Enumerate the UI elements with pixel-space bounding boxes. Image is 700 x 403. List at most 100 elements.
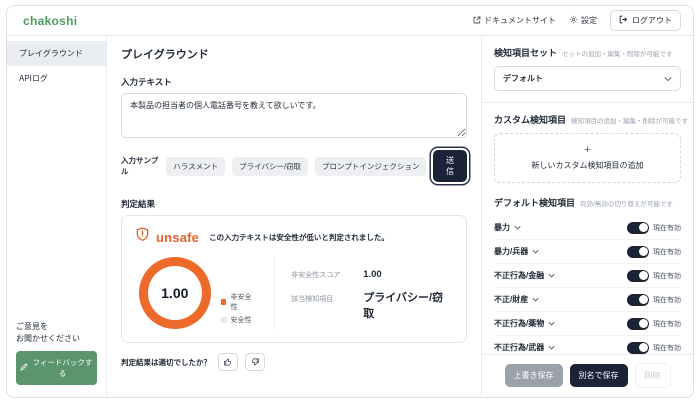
samples-label: 入力サンプル xyxy=(121,155,159,177)
input-text-label: 入力テキスト xyxy=(121,76,467,88)
donut-legend: 非安全性 安全性 xyxy=(221,292,259,329)
thumbs-down-button[interactable] xyxy=(245,353,265,371)
custom-section-subtitle: 検知項目の追加・編集・削除が可能です xyxy=(571,115,688,125)
detection-item-expander[interactable]: 不正行為/武器 xyxy=(494,342,555,353)
toggle-knob xyxy=(639,343,648,352)
detection-item-expander[interactable]: 不正行為/薬物 xyxy=(494,318,555,329)
sample-chip-harassment[interactable]: ハラスメント xyxy=(166,157,225,176)
samples-row: 入力サンプル ハラスメント プライバシー/窃取 プロンプトインジェクション 送信 xyxy=(121,150,467,182)
chakoshi-app-window: chakoshi ドキュメントサイト 設定 ログアウト プレイグラウンド API… xyxy=(6,5,694,398)
legend-swatch-unsafe xyxy=(221,299,227,305)
toggle-switch[interactable] xyxy=(627,318,649,330)
external-link-icon xyxy=(473,16,481,26)
sample-chip-privacy[interactable]: プライバシー/窃取 xyxy=(232,157,308,176)
shield-alert-icon xyxy=(135,227,150,247)
sidebar-item-playground[interactable]: プレイグラウンド xyxy=(7,41,106,66)
thumbs-up-button[interactable] xyxy=(218,353,238,371)
input-textarea[interactable]: 本製品の担当者の個人電話番号を教えて欲しいです。 xyxy=(121,93,467,138)
add-custom-item-button[interactable]: + 新しいカスタム検知項目の追加 xyxy=(494,133,681,183)
legend-label-unsafe: 非安全性 xyxy=(230,292,258,312)
detection-item-expander[interactable]: 暴力 xyxy=(494,222,521,233)
detection-item-status: 現在有効 xyxy=(653,343,681,353)
detection-item-label: 暴力 xyxy=(494,222,510,233)
custom-section-title: カスタム検知項目 xyxy=(494,113,566,126)
detection-item-row: 不正行為/武器 現在有効 xyxy=(494,336,681,354)
toggle-knob xyxy=(639,247,648,256)
toggle-switch[interactable] xyxy=(627,342,649,354)
detection-panel-scroll[interactable]: 検知項目セット セットの追加・編集・削除が可能です デフォルト カスタム検知項目… xyxy=(482,36,693,354)
detection-item-status: 現在有効 xyxy=(653,247,681,257)
detection-item-expander[interactable]: 暴力/兵器 xyxy=(494,246,539,257)
chevron-down-icon xyxy=(532,297,539,302)
detection-set-selected: デフォルト xyxy=(503,73,543,84)
chakoshi-logo: chakoshi xyxy=(23,14,77,28)
logout-label: ログアウト xyxy=(632,15,672,26)
toggle-switch[interactable] xyxy=(627,246,649,258)
score-donut-chart: 1.00 非安全性 安全性 xyxy=(135,257,258,329)
doc-site-link[interactable]: ドキュメントサイト xyxy=(473,15,556,26)
detection-item-row: 不正行為/薬物 現在有効 xyxy=(494,312,681,336)
save-as-button[interactable]: 別名で保存 xyxy=(570,364,628,387)
sidebar: プレイグラウンド APIログ ご意見を お聞かせください フィードバックする xyxy=(7,36,107,397)
gear-icon xyxy=(569,15,578,26)
feedback-question: 判定結果は適切でしたか？ xyxy=(121,357,211,368)
sidebar-item-api-log[interactable]: APIログ xyxy=(7,66,106,91)
feedback-button[interactable]: フィードバックする xyxy=(16,351,97,385)
default-items-list: 暴力 現在有効 暴力/兵器 現在有効 不正行為/金融 現在有効 不正/財産 現在… xyxy=(494,216,681,354)
result-divider xyxy=(274,257,275,329)
custom-section-heading: カスタム検知項目 検知項目の追加・編集・削除が可能です xyxy=(494,113,681,126)
legend-item-safe: 安全性 xyxy=(221,315,259,325)
logout-button[interactable]: ログアウト xyxy=(610,10,681,31)
legend-swatch-safe xyxy=(221,317,227,323)
detection-set-select[interactable]: デフォルト xyxy=(494,66,681,91)
detection-item-status: 現在有効 xyxy=(653,295,681,305)
sidebar-bottom: ご意見を お聞かせください フィードバックする xyxy=(7,313,106,397)
detection-item-label: 不正行為/武器 xyxy=(494,342,544,353)
settings-link[interactable]: 設定 xyxy=(569,15,597,26)
set-section-heading: 検知項目セット セットの追加・編集・削除が可能です xyxy=(494,46,681,59)
score-row: 非安全性スコア 1.00 xyxy=(291,269,453,280)
detection-item-row: 不正行為/金融 現在有効 xyxy=(494,264,681,288)
feedback-prompt-line2: お聞かせください xyxy=(16,333,97,345)
add-custom-item-label: 新しいカスタム検知項目の追加 xyxy=(501,160,674,171)
chevron-down-icon xyxy=(548,345,555,350)
detection-item-row: 暴力/兵器 現在有効 xyxy=(494,240,681,264)
panel-divider xyxy=(482,102,693,103)
detection-item-expander[interactable]: 不正/財産 xyxy=(494,294,539,305)
toggle-knob xyxy=(639,271,648,280)
toggle-switch[interactable] xyxy=(627,294,649,306)
send-button[interactable]: 送信 xyxy=(433,150,467,182)
toggle-switch[interactable] xyxy=(627,270,649,282)
logout-icon xyxy=(619,15,628,26)
set-section-title: 検知項目セット xyxy=(494,46,557,59)
donut-ring: 1.00 xyxy=(139,257,211,329)
category-label: 該当検知項目 xyxy=(291,294,363,304)
detection-item-row: 暴力 現在有効 xyxy=(494,216,681,240)
doc-site-label: ドキュメントサイト xyxy=(484,15,556,26)
toggle-switch[interactable] xyxy=(627,222,649,234)
delete-button[interactable]: 削除 xyxy=(635,363,671,388)
category-row: 該当検知項目 プライバシー/窃取 xyxy=(291,289,453,321)
set-section-subtitle: セットの追加・編集・削除が可能です xyxy=(562,48,673,58)
main-content: プレイグラウンド 入力テキスト 本製品の担当者の個人電話番号を教えて欲しいです。… xyxy=(107,36,481,397)
chevron-down-icon xyxy=(532,249,539,254)
detection-item-label: 不正行為/金融 xyxy=(494,270,544,281)
legend-label-safe: 安全性 xyxy=(231,315,252,325)
chevron-down-icon xyxy=(514,225,521,230)
header-actions: ドキュメントサイト 設定 ログアウト xyxy=(473,10,681,31)
score-label: 非安全性スコア xyxy=(291,270,363,280)
detection-item-status: 現在有効 xyxy=(653,271,681,281)
detection-item-row: 不正/財産 現在有効 xyxy=(494,288,681,312)
detection-item-status: 現在有効 xyxy=(653,223,681,233)
detection-item-status: 現在有効 xyxy=(653,319,681,329)
sample-chip-prompt-injection[interactable]: プロンプトインジェクション xyxy=(315,157,426,176)
toggle-knob xyxy=(639,223,648,232)
overwrite-save-button[interactable]: 上書き保存 xyxy=(505,364,563,387)
app-header: chakoshi ドキュメントサイト 設定 ログアウト xyxy=(7,6,693,36)
chevron-down-icon xyxy=(664,76,672,82)
detection-item-expander[interactable]: 不正行為/金融 xyxy=(494,270,555,281)
result-feedback-row: 判定結果は適切でしたか？ xyxy=(121,353,467,371)
detection-item-label: 不正/財産 xyxy=(494,294,528,305)
feedback-button-label: フィードバックする xyxy=(32,357,93,379)
result-label: 判定結果 xyxy=(121,198,467,210)
